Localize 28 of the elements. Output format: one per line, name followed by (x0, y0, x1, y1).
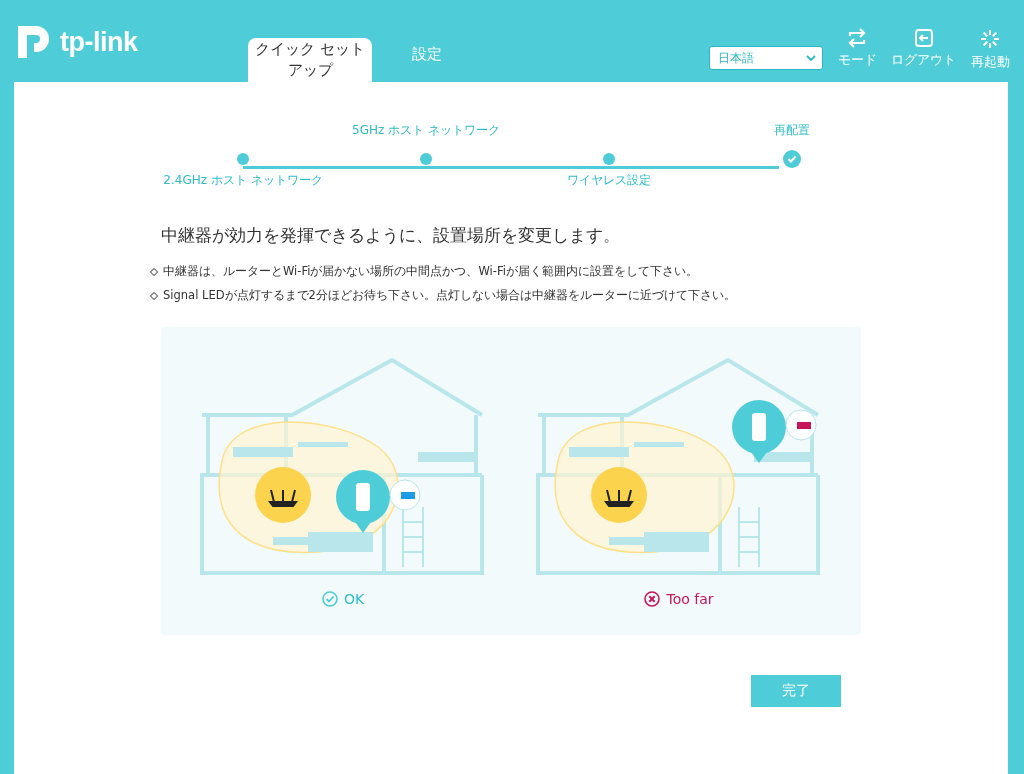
step-dot[interactable] (237, 153, 249, 165)
check-icon (321, 591, 338, 607)
nav-tab[interactable]: クイック セットアップ (248, 38, 372, 82)
finish-button[interactable]: 完了 (751, 675, 841, 707)
step-dot[interactable] (603, 153, 615, 165)
step-label: 5GHz ホスト ネットワーク (352, 122, 500, 139)
swap-icon (846, 28, 868, 48)
status-label: Too far (666, 591, 714, 607)
error-icon (644, 591, 661, 607)
note-text: 中継器は、ルーターとWi-Fiが届かない場所の中間点かつ、Wi-Fiが届く範囲内に設置をして下さい。 (163, 264, 698, 279)
note-text: Signal LEDが点灯するまで2分ほどお待ち下さい。点灯しない場合は中継器をルーターに近づけて下さい。 (163, 288, 736, 303)
chevron-down-icon (806, 55, 816, 61)
step-dot[interactable] (420, 153, 432, 165)
header-action-button[interactable]: 再起動 (968, 28, 1012, 69)
logo-text: tp-link (60, 26, 138, 58)
nav-tab[interactable]: 設定 (412, 38, 442, 82)
logout-icon (913, 28, 934, 48)
step-label: 2.4GHz ホスト ネットワーク (163, 172, 323, 189)
step-label: 再配置 (774, 122, 810, 139)
step-dot[interactable] (783, 150, 801, 168)
check-icon (786, 153, 798, 165)
spinner-icon (979, 28, 1001, 50)
step-label: ワイヤレス設定 (567, 172, 651, 189)
header-action-button[interactable]: ログアウト (891, 28, 956, 67)
header-action-button[interactable]: モード (835, 28, 879, 67)
heading: 中継器が効力を発揮できるように、設置場所を変更します。 (161, 224, 621, 247)
language-select[interactable]: 日本語 (709, 46, 823, 70)
status-label: OK (343, 591, 365, 607)
